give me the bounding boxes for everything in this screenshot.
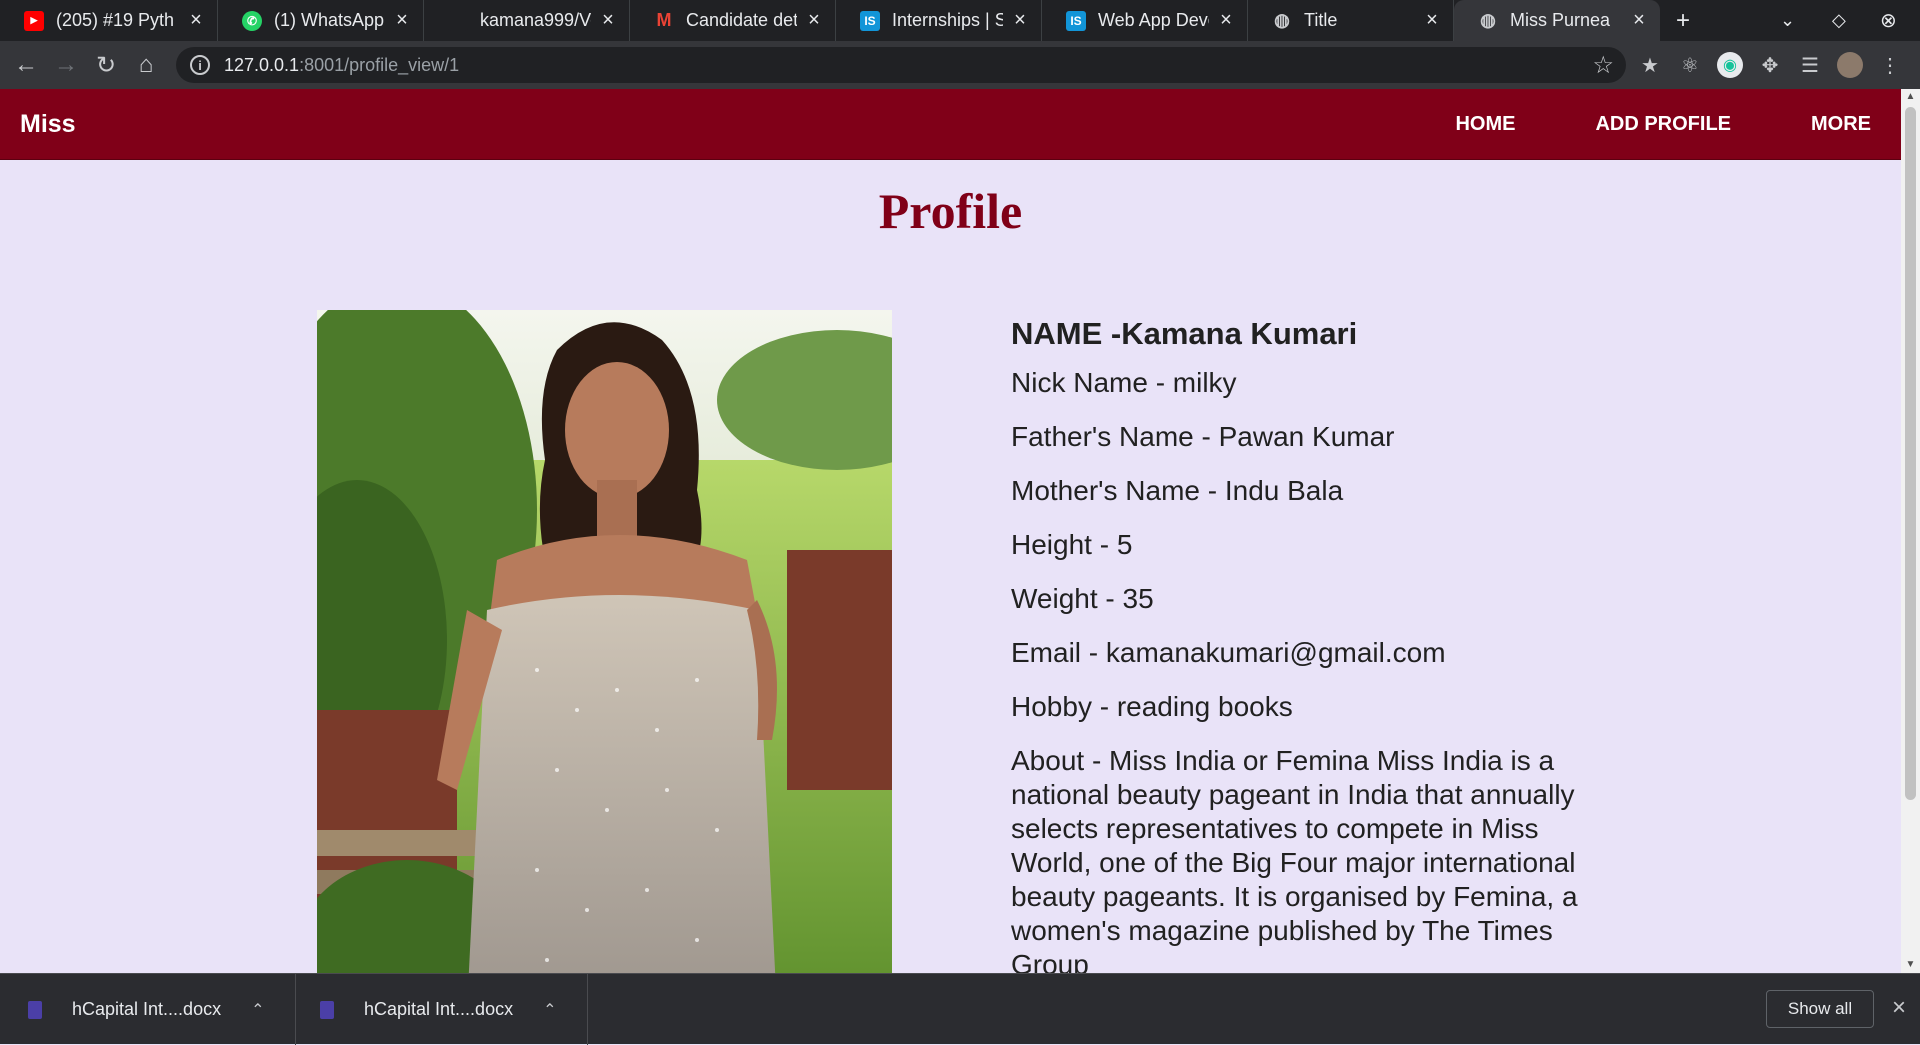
profile-email: Email - kamanakumari@gmail.com [1011, 637, 1446, 668]
url-host: 127.0.0.1 [224, 54, 300, 75]
github-icon [448, 10, 468, 31]
page-content: Profile NAME -Kamana Kumari Nick Name - … [0, 160, 1901, 973]
browser-tab-active[interactable]: ◍ Miss Purnea × [1454, 0, 1660, 41]
profile-father-name: Father's Name - Pawan Kumar [1011, 421, 1395, 452]
chevron-down-icon: ⌄ [1780, 10, 1796, 30]
internshala-icon: IS [1066, 10, 1086, 31]
url-path: :8001/profile_view/1 [299, 54, 460, 75]
extensions-area: ★ ⚛ ◉ ✥ ☰ ⋮ [1630, 45, 1910, 85]
puzzle-icon[interactable]: ✥ [1750, 45, 1790, 85]
profile-about: About - Miss India or Femina Miss India … [1011, 745, 1578, 973]
tab-title: (205) #19 Pyth [56, 10, 175, 30]
internshala-icon: IS [860, 10, 880, 31]
profile-photo [317, 310, 892, 973]
avatar[interactable] [1830, 45, 1870, 85]
arrow-right-icon: → [54, 51, 78, 78]
bookmark-star-icon[interactable]: ☆ [1592, 51, 1614, 80]
home-icon: ⌂ [138, 51, 154, 78]
close-icon[interactable]: × [393, 9, 411, 32]
download-item[interactable]: hCapital Int....docx ⌃ [296, 974, 588, 1045]
globe-icon: ◍ [1480, 10, 1496, 30]
nav-links: HOME ADD PROFILE MORE [1375, 89, 1871, 160]
docx-file-icon [28, 1000, 42, 1019]
browser-tab[interactable]: IS Web App Devel × [1042, 0, 1248, 41]
close-icon[interactable]: × [1217, 9, 1235, 32]
close-icon[interactable]: × [1630, 9, 1648, 32]
profile-mother-name: Mother's Name - Indu Bala [1011, 475, 1344, 506]
download-filename: hCapital Int....docx [72, 999, 222, 1019]
more-vert-icon[interactable]: ⋮ [1870, 45, 1910, 85]
close-icon[interactable]: × [805, 9, 823, 32]
profile-weight: Weight - 35 [1011, 583, 1154, 614]
new-tab-button[interactable]: + [1676, 0, 1690, 41]
download-filename: hCapital Int....docx [364, 999, 514, 1019]
profile-hobby: Hobby - reading books [1011, 691, 1293, 722]
gmail-icon: M [656, 10, 672, 30]
tab-title: Web App Devel [1098, 10, 1209, 30]
browser-tab[interactable]: ✆ (1) WhatsApp × [218, 0, 424, 41]
brand-logo[interactable]: Miss [20, 110, 76, 139]
react-devtools-icon[interactable]: ⚛ [1670, 45, 1710, 85]
page-title: Profile [878, 183, 1023, 239]
plus-icon: + [1676, 6, 1691, 34]
close-icon[interactable]: × [1011, 9, 1029, 32]
globe-icon: ◍ [1274, 10, 1290, 30]
browser-tab[interactable]: ◍ Title × [1248, 0, 1454, 41]
reload-icon: ↻ [95, 51, 117, 79]
address-bar[interactable]: i 127.0.0.1 :8001/profile_view/1 ☆ [176, 47, 1626, 83]
site-navbar: Miss HOME ADD PROFILE MORE [0, 89, 1901, 160]
page-scrollbar[interactable]: ▲ ▼ [1901, 89, 1920, 973]
window-close-button[interactable]: ⊗ [1880, 0, 1897, 41]
whatsapp-icon: ✆ [242, 10, 262, 31]
back-button[interactable]: ← [6, 45, 46, 85]
tab-title: (1) WhatsApp [274, 10, 385, 30]
arrow-left-icon: ← [14, 51, 38, 78]
close-icon[interactable]: × [187, 9, 205, 32]
reading-list-icon[interactable]: ☰ [1790, 45, 1830, 85]
chevron-up-icon[interactable]: ⌃ [543, 1000, 556, 1020]
close-icon[interactable]: × [599, 9, 617, 32]
diamond-icon: ◇ [1832, 10, 1846, 30]
show-all-button[interactable]: Show all [1766, 990, 1874, 1028]
close-circle-icon: ⊗ [1880, 10, 1897, 32]
profile-height: Height - 5 [1011, 529, 1133, 560]
browser-tab-strip: ▶ (205) #19 Pyth × ✆ (1) WhatsApp × kama… [0, 0, 1920, 41]
nav-more-link[interactable]: MORE [1811, 113, 1871, 136]
tab-title: Candidate deta [686, 10, 797, 30]
nav-add-profile-link[interactable]: ADD PROFILE [1595, 113, 1731, 136]
tab-title: kamana999/Vo [480, 10, 591, 30]
tab-title: Title [1304, 10, 1338, 30]
forward-button[interactable]: → [46, 45, 86, 85]
chevron-up-icon[interactable]: ⌃ [251, 1000, 264, 1020]
close-icon[interactable]: × [1892, 994, 1906, 1022]
browser-tab[interactable]: ▶ (205) #19 Pyth × [0, 0, 218, 41]
tab-title: Internships | Su [892, 10, 1003, 30]
star-extension-icon[interactable]: ★ [1630, 45, 1670, 85]
browser-tab[interactable]: kamana999/Vo × [424, 0, 630, 41]
profile-nick-name: Nick Name - milky [1011, 367, 1237, 398]
profile-name: NAME -Kamana Kumari [1011, 316, 1358, 351]
browser-tab[interactable]: IS Internships | Su × [836, 0, 1042, 41]
reload-button[interactable]: ↻ [86, 45, 126, 85]
tab-search-button[interactable]: ⌄ [1780, 0, 1795, 41]
home-button[interactable]: ⌂ [126, 45, 166, 85]
tab-title: Miss Purnea [1510, 10, 1611, 30]
window-restore-button[interactable]: ◇ [1832, 0, 1846, 41]
close-icon[interactable]: × [1423, 9, 1441, 32]
profile-details: NAME -Kamana Kumari Nick Name - milky Fa… [1011, 310, 1611, 973]
browser-toolbar: ← → ↻ ⌂ i 127.0.0.1 :8001/profile_view/1… [0, 41, 1920, 89]
scrollbar-thumb[interactable] [1905, 107, 1916, 800]
docx-file-icon [320, 1000, 334, 1019]
downloads-bar: hCapital Int....docx ⌃ hCapital Int....d… [0, 973, 1920, 1045]
scroll-up-arrow-icon[interactable]: ▲ [1901, 89, 1920, 105]
scroll-down-arrow-icon[interactable]: ▼ [1901, 957, 1920, 973]
grammarly-icon[interactable]: ◉ [1710, 45, 1750, 85]
download-item[interactable]: hCapital Int....docx ⌃ [0, 974, 296, 1045]
youtube-icon: ▶ [24, 10, 44, 31]
nav-home-link[interactable]: HOME [1455, 113, 1515, 136]
browser-tab[interactable]: M Candidate deta × [630, 0, 836, 41]
info-icon[interactable]: i [190, 55, 210, 75]
